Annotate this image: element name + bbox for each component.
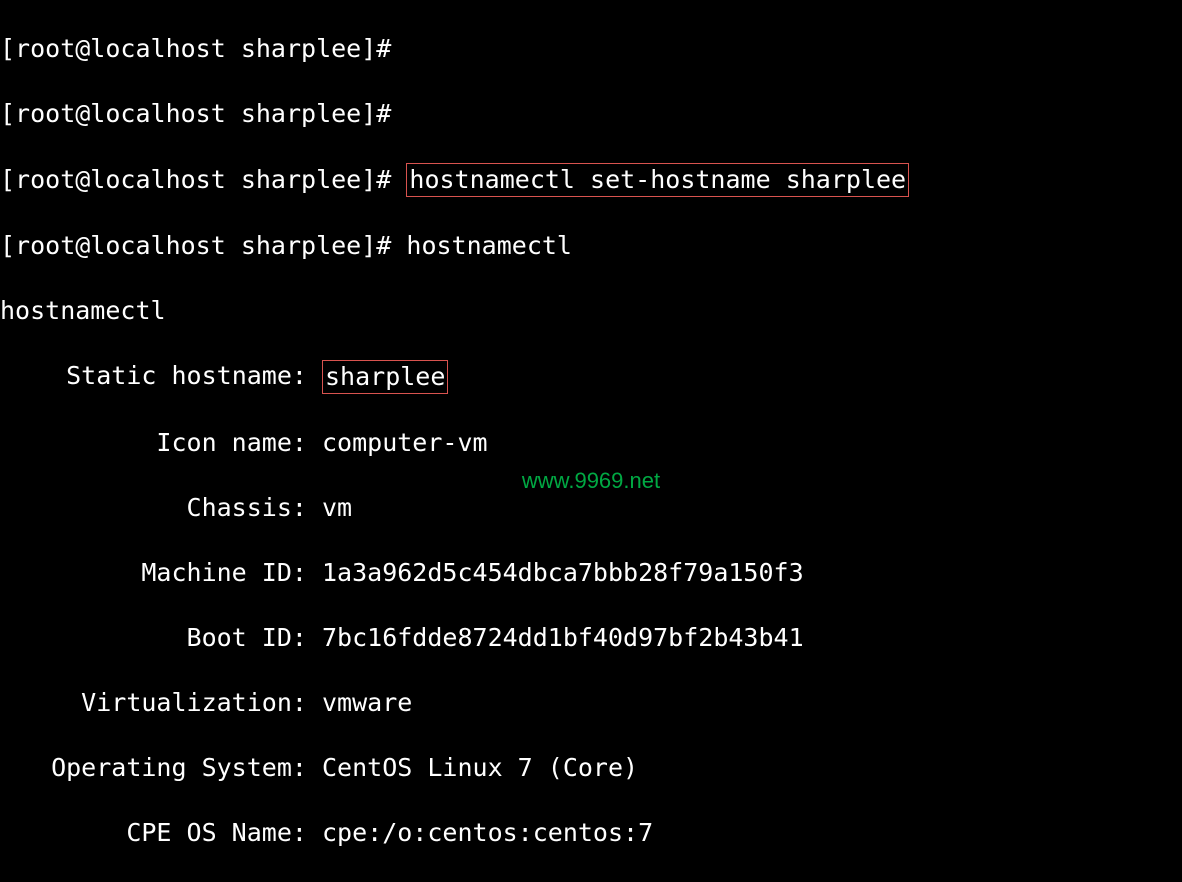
kv-label: Virtualization: bbox=[0, 687, 322, 720]
command-text: hostnamectl bbox=[406, 231, 572, 260]
kv-value: cpe:/o:centos:centos:7 bbox=[322, 817, 653, 850]
shell-prompt: [root@localhost sharplee]# bbox=[0, 231, 391, 260]
kv-value: vm bbox=[322, 492, 352, 525]
kv-value: CentOS Linux 7 (Core) bbox=[322, 752, 638, 785]
kv-label: Icon name: bbox=[0, 427, 322, 460]
kv-value: computer-vm bbox=[322, 427, 488, 460]
kv-label: Boot ID: bbox=[0, 622, 322, 655]
highlight-command-1: hostnamectl set-hostname sharplee bbox=[406, 163, 909, 198]
watermark: www.9969.net bbox=[522, 467, 660, 496]
highlight-hostname: sharplee bbox=[322, 360, 448, 395]
shell-prompt: [root@localhost sharplee]# bbox=[0, 99, 391, 128]
output-line: hostnamectl bbox=[0, 295, 1182, 328]
kv-label: Operating System: bbox=[0, 752, 322, 785]
shell-prompt: [root@localhost sharplee]# bbox=[0, 165, 391, 194]
kv-value: vmware bbox=[322, 687, 412, 720]
kv-label: Chassis: bbox=[0, 492, 322, 525]
kv-value: 1a3a962d5c454dbca7bbb28f79a150f3 bbox=[322, 557, 804, 590]
shell-prompt: [root@localhost sharplee]# bbox=[0, 34, 391, 63]
kv-label: CPE OS Name: bbox=[0, 817, 322, 850]
kv-value: 7bc16fdde8724dd1bf40d97bf2b43b41 bbox=[322, 622, 804, 655]
kv-label: Static hostname: bbox=[0, 360, 322, 395]
terminal-output[interactable]: [root@localhost sharplee]# [root@localho… bbox=[0, 0, 1182, 882]
kv-label: Machine ID: bbox=[0, 557, 322, 590]
